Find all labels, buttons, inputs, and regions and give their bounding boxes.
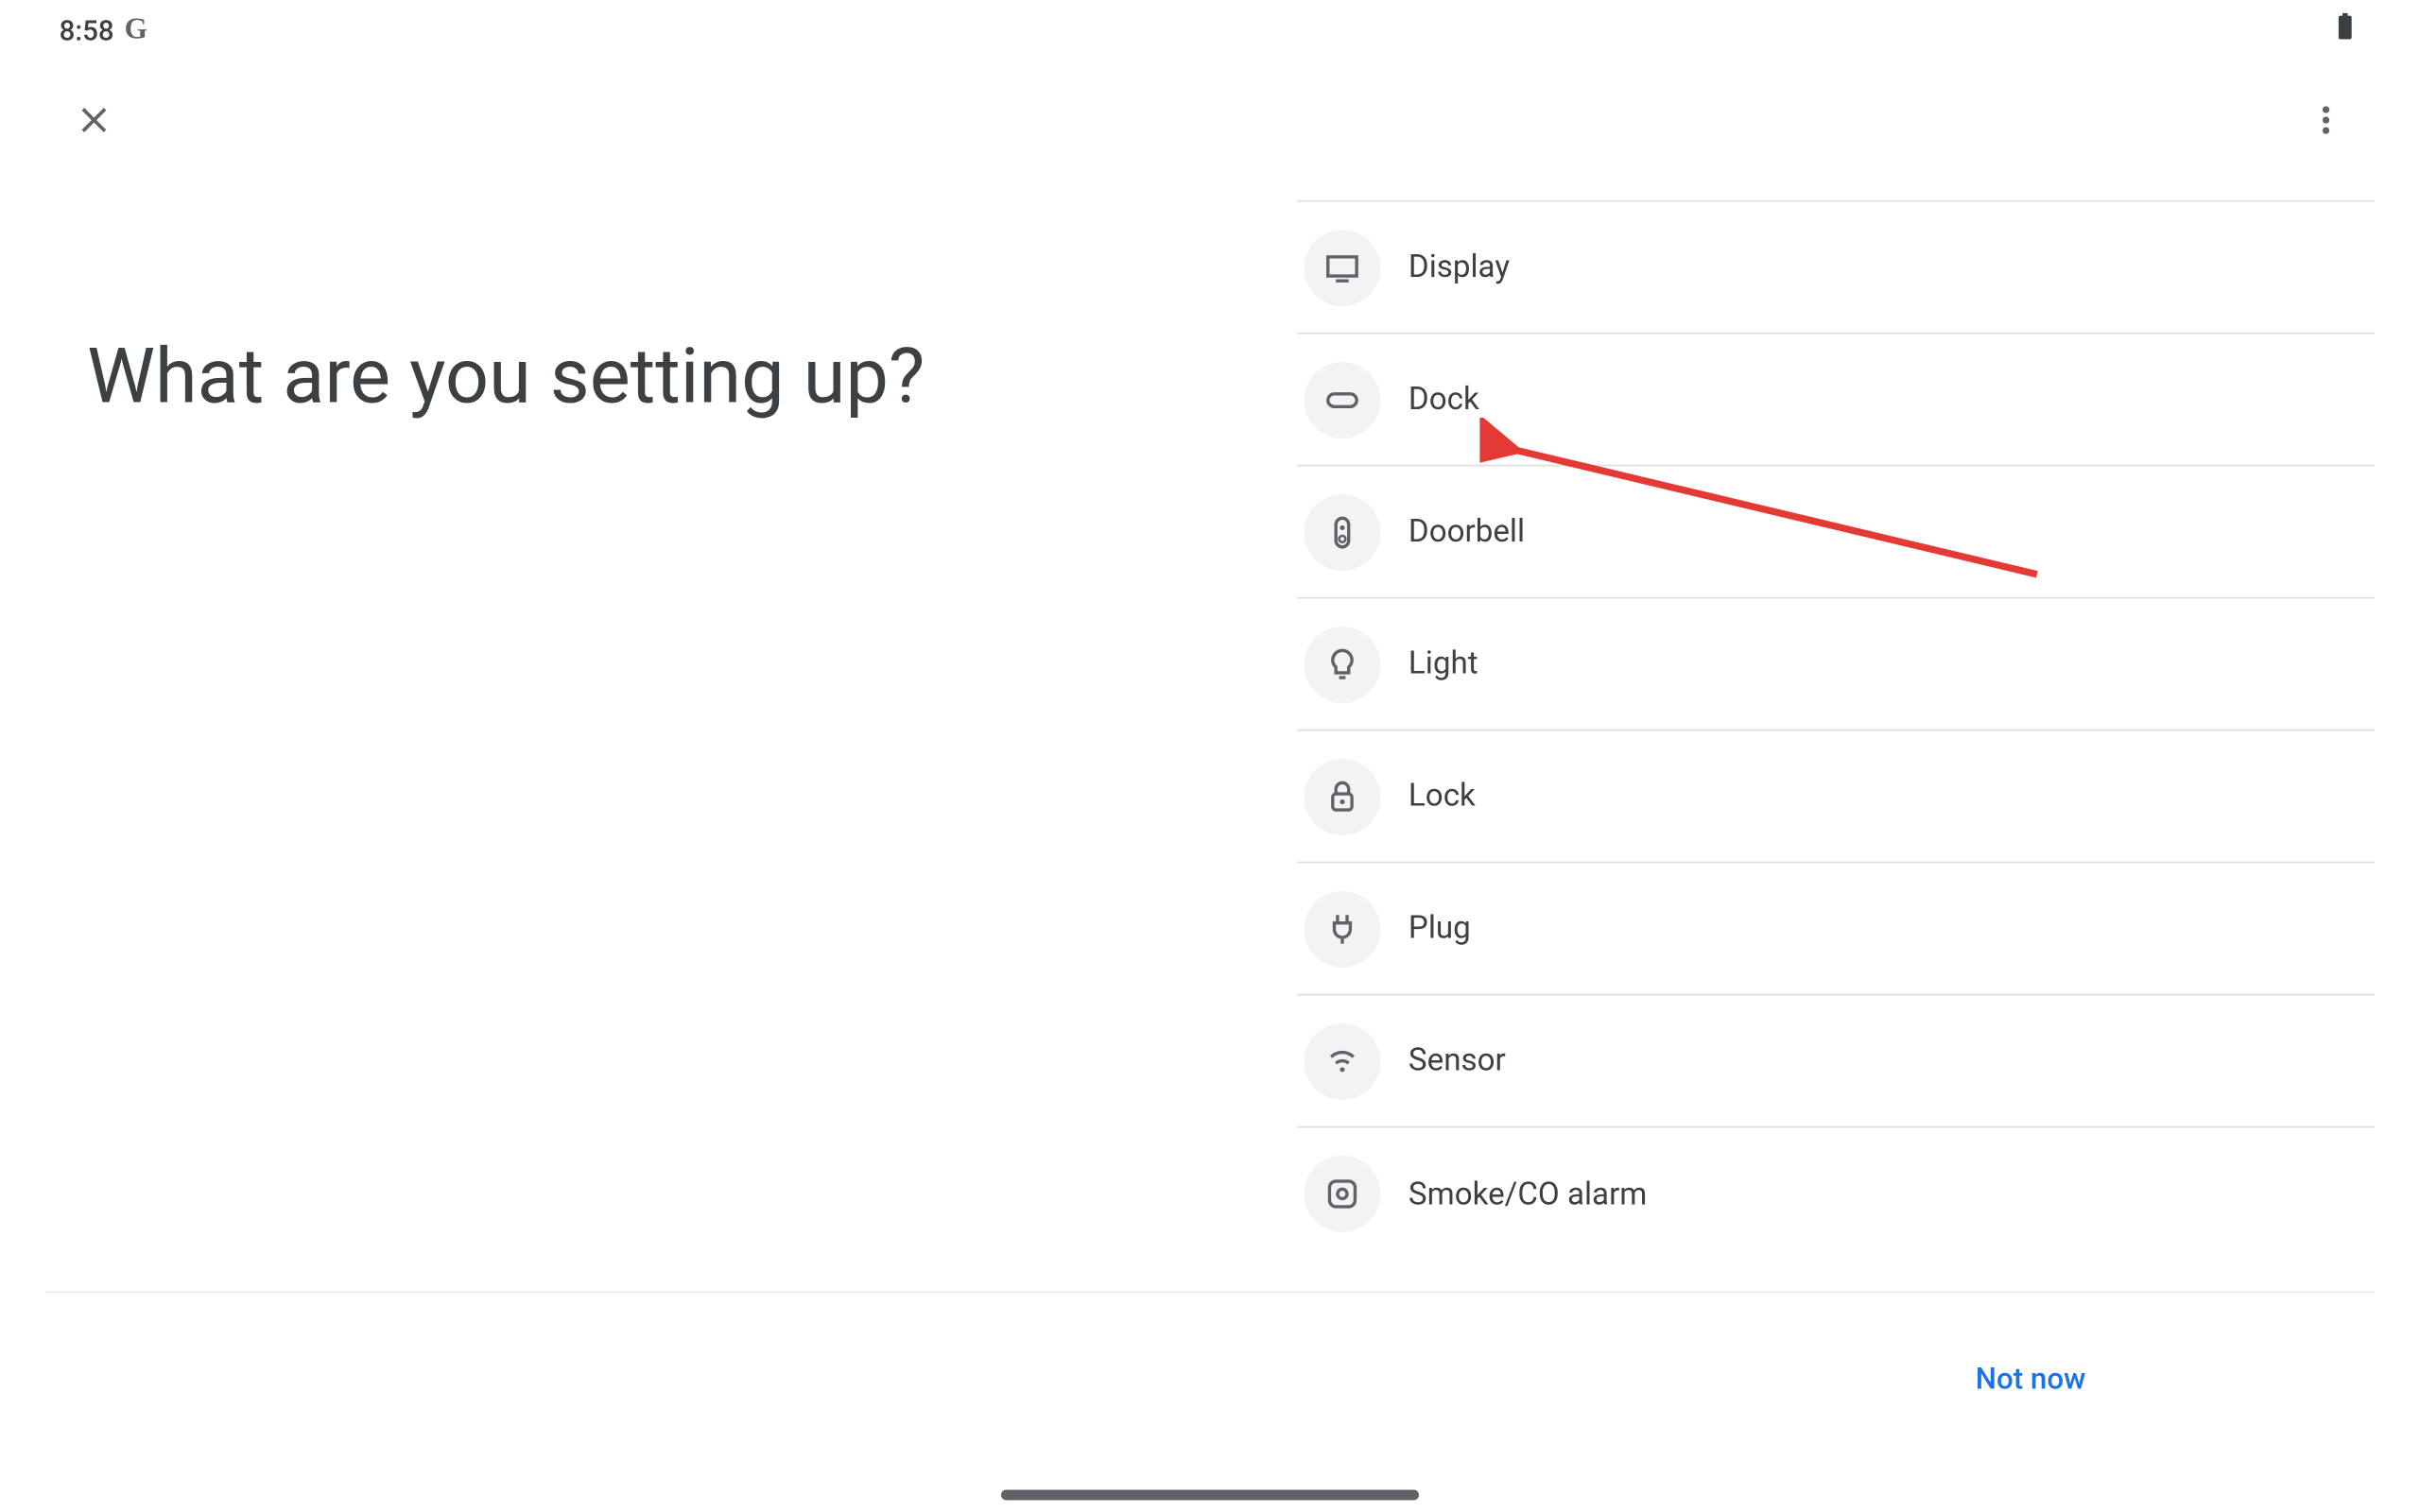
close-button[interactable]: [56, 83, 132, 160]
device-type-item-plug[interactable]: Plug: [1297, 863, 2375, 995]
device-type-item-smoke-alarm[interactable]: Smoke/CO alarm: [1297, 1127, 2375, 1260]
android-status-bar: 8:58 G: [0, 0, 2420, 60]
device-type-item-camera[interactable]: Camera: [1297, 174, 2375, 201]
google-app-indicator-icon: G: [125, 12, 147, 47]
device-type-label: Sensor: [1409, 1042, 1506, 1079]
device-type-label: Display: [1409, 249, 1510, 285]
device-type-label: Plug: [1409, 910, 1471, 947]
smoke-alarm-icon: [1304, 1156, 1380, 1232]
device-type-item-lock[interactable]: Lock: [1297, 731, 2375, 864]
more-vert-icon: [2305, 98, 2346, 146]
overflow-menu-button[interactable]: [2288, 83, 2364, 160]
close-icon: [73, 98, 114, 146]
dock-icon: [1304, 361, 1380, 438]
light-icon: [1304, 626, 1380, 702]
device-type-label: Lock: [1409, 778, 1476, 815]
device-type-item-dock[interactable]: Dock: [1297, 335, 2375, 467]
device-type-label: Doorbell: [1409, 513, 1525, 550]
device-type-label: Dock: [1409, 381, 1479, 418]
lock-icon: [1304, 758, 1380, 834]
device-type-label: Smoke/CO alarm: [1409, 1176, 1647, 1212]
display-icon: [1304, 229, 1380, 305]
plug-icon: [1304, 890, 1380, 967]
not-now-button[interactable]: Not now: [1947, 1345, 2114, 1415]
device-type-label: Light: [1409, 645, 1478, 682]
device-type-item-light[interactable]: Light: [1297, 599, 2375, 731]
setup-screen: What are you setting up? Camera Dis: [45, 70, 2375, 1466]
device-type-item-sensor[interactable]: Sensor: [1297, 995, 2375, 1127]
device-type-item-display[interactable]: Display: [1297, 202, 2375, 335]
page-title: What are you setting up?: [87, 331, 1210, 421]
battery-icon: [2329, 10, 2360, 49]
navigation-pill[interactable]: [1001, 1489, 1419, 1500]
status-time: 8:58: [60, 13, 114, 46]
footer-bar: Not now: [45, 1292, 2375, 1466]
device-type-item-doorbell[interactable]: Doorbell: [1297, 467, 2375, 599]
doorbell-icon: [1304, 493, 1380, 570]
app-bar: [45, 70, 2375, 175]
device-type-list: Camera Display Dock: [1297, 174, 2375, 1260]
sensor-icon: [1304, 1022, 1380, 1099]
